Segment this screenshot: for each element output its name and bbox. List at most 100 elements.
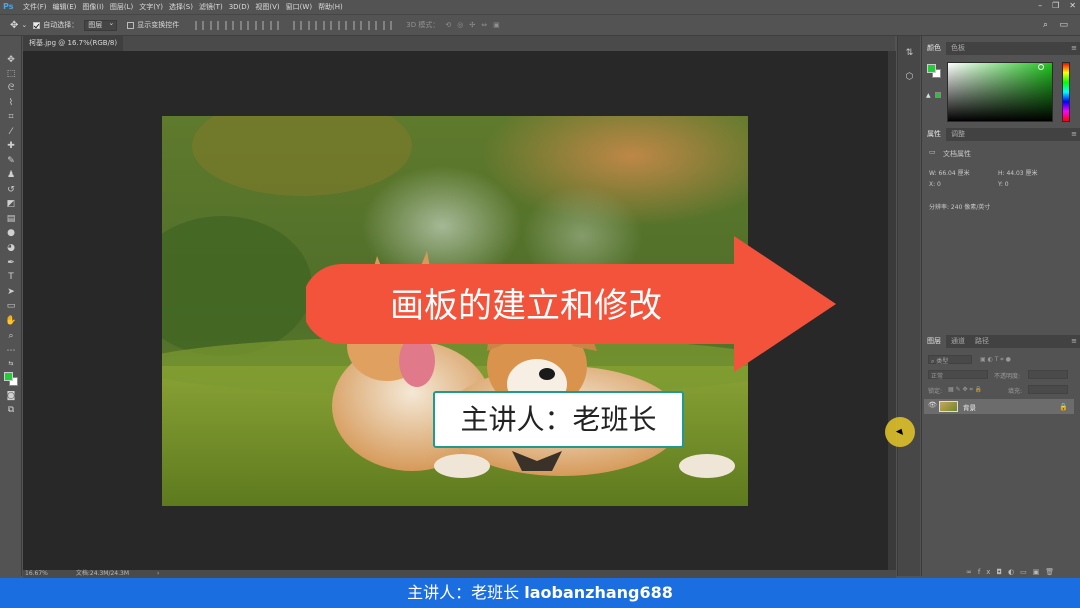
- tab-layers[interactable]: 图层: [922, 335, 946, 348]
- color-picker-cursor[interactable]: [1038, 64, 1044, 70]
- drag-3d-icon[interactable]: ✣: [469, 21, 475, 29]
- align-left-icon[interactable]: [240, 20, 250, 30]
- lock-icons[interactable]: ▦ ✎ ✥ ⌗ 🔒: [948, 386, 982, 394]
- tab-paths[interactable]: 路径: [970, 335, 994, 348]
- hand-icon[interactable]: ✋: [4, 315, 18, 327]
- panel-menu-icon[interactable]: ≡: [1071, 335, 1077, 348]
- path-select-icon[interactable]: ➤: [4, 286, 18, 298]
- roll-3d-icon[interactable]: ◎: [457, 21, 463, 29]
- marquee-icon[interactable]: ⬚: [4, 68, 18, 80]
- layer-name[interactable]: 背景: [963, 402, 976, 412]
- hue-slider[interactable]: [1062, 62, 1070, 122]
- tab-properties[interactable]: 属性: [922, 128, 946, 141]
- auto-align-icon[interactable]: [383, 20, 393, 30]
- panel-menu-icon[interactable]: ≡: [1071, 42, 1077, 55]
- distribute-bottom-icon[interactable]: [323, 20, 333, 30]
- layer-filter-icons[interactable]: ▣ ◐ T ⌗ ●: [980, 356, 1011, 364]
- menu-window[interactable]: 窗口(W): [286, 2, 312, 12]
- banner-presenter: 主讲人：老班长: [407, 583, 525, 602]
- panel-menu-icon[interactable]: ≡: [1071, 128, 1077, 141]
- auto-select-target-dropdown[interactable]: 图层: [84, 19, 118, 31]
- gradient-icon[interactable]: ▤: [4, 213, 18, 225]
- workspace-icon[interactable]: ▭: [1059, 20, 1068, 30]
- move-tool-preset-icon[interactable]: ✥: [10, 20, 18, 31]
- blend-mode-dropdown[interactable]: 正常: [928, 370, 988, 380]
- restore-icon[interactable]: ❐: [1052, 0, 1059, 12]
- visibility-eye-icon[interactable]: 👁: [928, 401, 937, 409]
- distribute-right-icon[interactable]: [368, 20, 378, 30]
- stamp-icon[interactable]: ♟: [4, 169, 18, 181]
- close-icon[interactable]: ✕: [1069, 0, 1076, 12]
- align-top-icon[interactable]: [195, 20, 205, 30]
- preset-chevron-icon[interactable]: ⌄: [21, 21, 27, 29]
- history-panel-icon[interactable]: ⇅: [904, 48, 915, 59]
- color-picker-field[interactable]: [947, 62, 1053, 122]
- lasso-icon[interactable]: ᘓ: [4, 82, 18, 94]
- vertical-scrollbar[interactable]: [888, 51, 896, 570]
- menu-file[interactable]: 文件(F): [23, 2, 47, 12]
- menu-image[interactable]: 图像(I): [82, 2, 104, 12]
- status-menu-arrow[interactable]: ›: [157, 570, 159, 578]
- crop-icon[interactable]: ⌗: [4, 111, 18, 123]
- align-bottom-icon[interactable]: [225, 20, 235, 30]
- quick-mask-icon[interactable]: ◙: [4, 390, 18, 402]
- eraser-icon[interactable]: ◩: [4, 198, 18, 210]
- color-panel-foreground-swatch[interactable]: [927, 64, 936, 73]
- menu-layer[interactable]: 图层(L): [110, 2, 133, 12]
- layer-row[interactable]: 👁 背景 🔒: [924, 399, 1074, 414]
- tab-swatches[interactable]: 色板: [946, 42, 970, 55]
- auto-select-option[interactable]: 自动选择：: [33, 20, 78, 30]
- scale-3d-icon[interactable]: ▣: [493, 21, 500, 29]
- healing-icon[interactable]: ✚: [4, 140, 18, 152]
- move-icon[interactable]: ✥: [4, 54, 18, 66]
- document-tab[interactable]: 柯基.jpg @ 16.7%(RGB/8)×: [23, 36, 129, 51]
- orbit-3d-icon[interactable]: ⟲: [445, 21, 451, 29]
- distribute-hcenter-icon[interactable]: [353, 20, 363, 30]
- menu-type[interactable]: 文字(Y): [139, 2, 163, 12]
- tab-channels[interactable]: 通道: [946, 335, 970, 348]
- menu-filter[interactable]: 滤镜(T): [199, 2, 223, 12]
- layer-kind-filter[interactable]: ⌕ 类型: [928, 355, 972, 365]
- tab-color[interactable]: 颜色: [922, 42, 946, 55]
- pen-icon[interactable]: ✒: [4, 257, 18, 269]
- rectangle-icon[interactable]: ▭: [4, 300, 18, 312]
- menu-view[interactable]: 视图(V): [255, 2, 279, 12]
- opacity-input[interactable]: [1028, 370, 1068, 379]
- menu-help[interactable]: 帮助(H): [318, 2, 343, 12]
- align-right-icon[interactable]: [270, 20, 280, 30]
- search-icon[interactable]: ⌕: [1043, 20, 1048, 30]
- 3d-panel-icon[interactable]: ⬡: [904, 72, 915, 83]
- layers-footer-icons[interactable]: ∞fx◘◐▭▣🗑: [966, 568, 1060, 576]
- distribute-vcenter-icon[interactable]: [308, 20, 318, 30]
- menu-edit[interactable]: 编辑(E): [53, 2, 77, 12]
- blur-icon[interactable]: ●: [4, 227, 18, 239]
- layer-lock-icon: 🔒: [1059, 402, 1068, 411]
- minimize-icon[interactable]: –: [1038, 0, 1042, 12]
- swap-colors-icon[interactable]: ⇆: [4, 358, 18, 370]
- brush-icon[interactable]: ✎: [4, 155, 18, 167]
- distribute-left-icon[interactable]: [338, 20, 348, 30]
- menu-select[interactable]: 选择(S): [169, 2, 193, 12]
- distribute-top-icon[interactable]: [293, 20, 303, 30]
- options-bar: ✥ ⌄ 自动选择： 图层 显示变换控件 3D 模式： ⟲ ◎ ✣ ⇔ ▣ ⌕ ▭: [0, 14, 1080, 36]
- type-icon[interactable]: T: [4, 271, 18, 283]
- zoom-level[interactable]: 16.67%: [25, 570, 48, 578]
- foreground-color-swatch[interactable]: [4, 372, 13, 381]
- screen-mode-icon[interactable]: ⧉: [4, 404, 18, 416]
- quick-select-icon[interactable]: ⌇: [4, 97, 18, 109]
- tab-adjustments[interactable]: 调整: [946, 128, 970, 141]
- dodge-icon[interactable]: ◕: [4, 242, 18, 254]
- more-icon[interactable]: ⋯: [4, 345, 18, 357]
- transform-controls-checkbox[interactable]: [127, 21, 135, 29]
- eyedropper-icon[interactable]: ⁄: [4, 126, 18, 138]
- mode-3d-label: 3D 模式：: [406, 21, 440, 29]
- align-vcenter-icon[interactable]: [210, 20, 220, 30]
- slide-3d-icon[interactable]: ⇔: [481, 21, 487, 29]
- menu-3d[interactable]: 3D(D): [229, 3, 250, 11]
- fill-input[interactable]: [1028, 385, 1068, 394]
- zoom-icon[interactable]: ⌕: [4, 330, 18, 342]
- history-brush-icon[interactable]: ↺: [4, 184, 18, 196]
- transform-controls-option[interactable]: 显示变换控件: [127, 20, 179, 30]
- align-hcenter-icon[interactable]: [255, 20, 265, 30]
- auto-select-checkbox[interactable]: [33, 21, 41, 29]
